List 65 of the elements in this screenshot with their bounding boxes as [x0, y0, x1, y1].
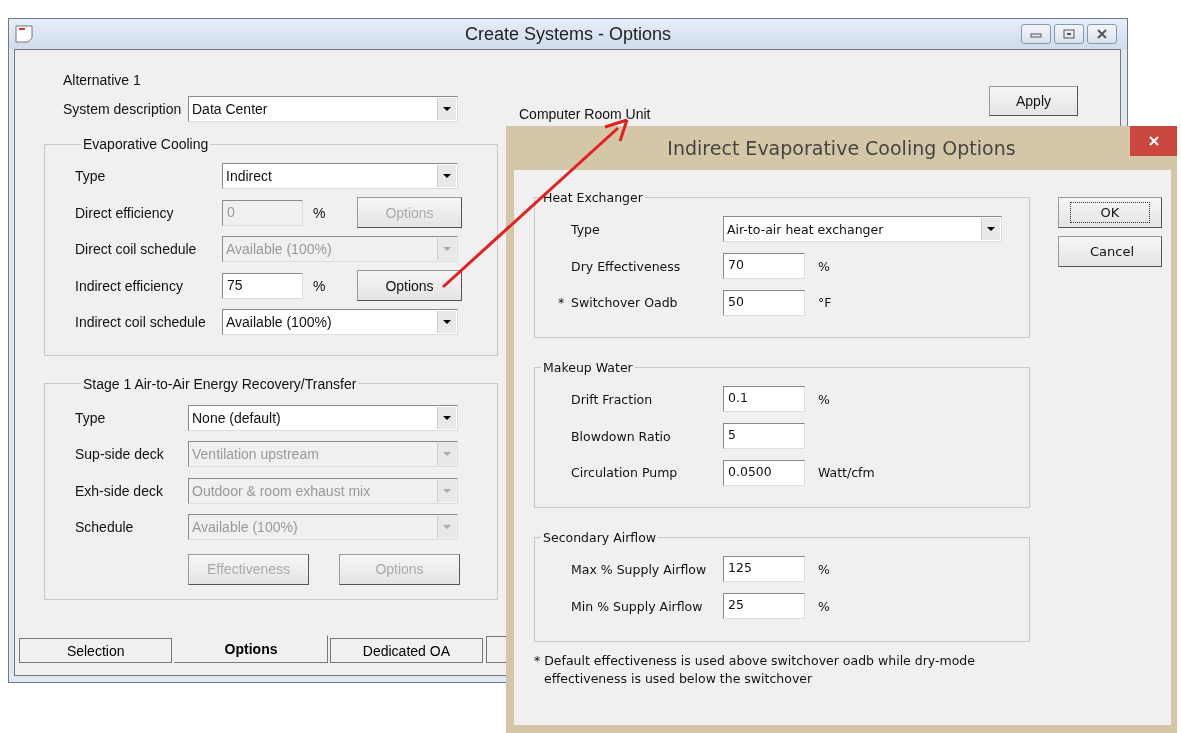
- system-description-dropdown[interactable]: Data Center: [188, 96, 458, 122]
- close-button[interactable]: [1130, 126, 1177, 156]
- apply-button[interactable]: Apply: [989, 86, 1078, 116]
- options-button[interactable]: Options: [357, 270, 462, 302]
- field-label: Direct coil schedule: [75, 241, 198, 258]
- field-label: Switchover Oadb: [571, 295, 678, 311]
- input-field[interactable]: 25: [723, 593, 805, 620]
- field-label: Indirect coil schedule: [75, 314, 207, 331]
- field-label: Exh-side deck: [75, 482, 164, 499]
- tab[interactable]: Options: [174, 635, 328, 663]
- footnote-marker: *: [558, 295, 565, 311]
- input-field[interactable]: 5: [723, 423, 805, 450]
- unit-label: %: [818, 391, 830, 407]
- field-label: Type: [571, 221, 600, 237]
- field-label: Direct efficiency: [75, 204, 175, 221]
- unit-label: Watt/cfm: [818, 465, 875, 481]
- input-field[interactable]: 125: [723, 556, 805, 583]
- unit-label: %: [818, 258, 830, 274]
- tab[interactable]: Selection: [19, 638, 173, 663]
- footnote: * Default effectiveness is used above switchover oadb while dry-mode effectiveness is used below the switchover: [534, 651, 976, 688]
- field-label: Type: [75, 409, 107, 426]
- input-field[interactable]: 70: [723, 253, 805, 280]
- maximize-icon: [1063, 29, 1075, 39]
- field-label: Max % Supply Airflow: [571, 561, 707, 577]
- field-label: Sup-side deck: [75, 446, 165, 463]
- close-icon: [1147, 135, 1160, 147]
- unit-label: %: [313, 204, 327, 221]
- group-title: Heat Exchanger: [542, 190, 644, 205]
- dropdown[interactable]: None (default): [188, 404, 458, 431]
- close-button[interactable]: [1087, 24, 1117, 44]
- unit-label: %: [313, 277, 327, 294]
- group-title: Evaporative Cooling: [82, 136, 210, 152]
- field-label: Min % Supply Airflow: [571, 598, 703, 614]
- field-label: Schedule: [75, 519, 135, 536]
- unit-label: %: [818, 598, 830, 614]
- close-icon: [1096, 29, 1108, 39]
- field-label: Type: [75, 168, 107, 185]
- input-field[interactable]: 75: [222, 272, 303, 299]
- minimize-icon: [1030, 30, 1042, 38]
- field-label: System description: [63, 101, 183, 117]
- field-label: Indirect efficiency: [75, 277, 184, 294]
- group-title: Stage 1 Air-to-Air Energy Recovery/Transfer: [82, 375, 358, 392]
- field-label: Circulation Pump: [571, 465, 678, 481]
- input-field[interactable]: 0.0500: [723, 459, 805, 486]
- dropdown[interactable]: Air-to-air heat exchanger: [723, 216, 1002, 243]
- group-title: Makeup Water: [542, 360, 634, 376]
- tab[interactable]: Dedicated OA: [329, 638, 484, 663]
- field-label: Drift Fraction: [571, 391, 653, 407]
- unit-label: Computer Room Unit: [519, 106, 651, 122]
- window-title: Create Systems - Options: [464, 23, 672, 45]
- input-field[interactable]: 0.1: [723, 386, 805, 413]
- unit-label: %: [818, 561, 830, 577]
- field-label: Blowdown Ratio: [571, 428, 671, 444]
- minimize-button[interactable]: [1021, 24, 1051, 44]
- unit-label: °F: [818, 295, 832, 311]
- dropdown[interactable]: Indirect: [222, 163, 458, 190]
- alternative-label: Alternative 1: [63, 72, 142, 88]
- dialog-button[interactable]: Cancel: [1058, 236, 1162, 267]
- dialog-title: Indirect Evaporative Cooling Options: [667, 137, 1016, 159]
- dropdown[interactable]: Available (100%): [222, 309, 458, 336]
- input-field[interactable]: 50: [723, 289, 805, 316]
- field-label: Dry Effectiveness: [571, 258, 681, 274]
- document-icon: [15, 25, 33, 43]
- dialog-button[interactable]: OK: [1058, 197, 1162, 228]
- group-title: Secondary Airflow: [542, 530, 658, 546]
